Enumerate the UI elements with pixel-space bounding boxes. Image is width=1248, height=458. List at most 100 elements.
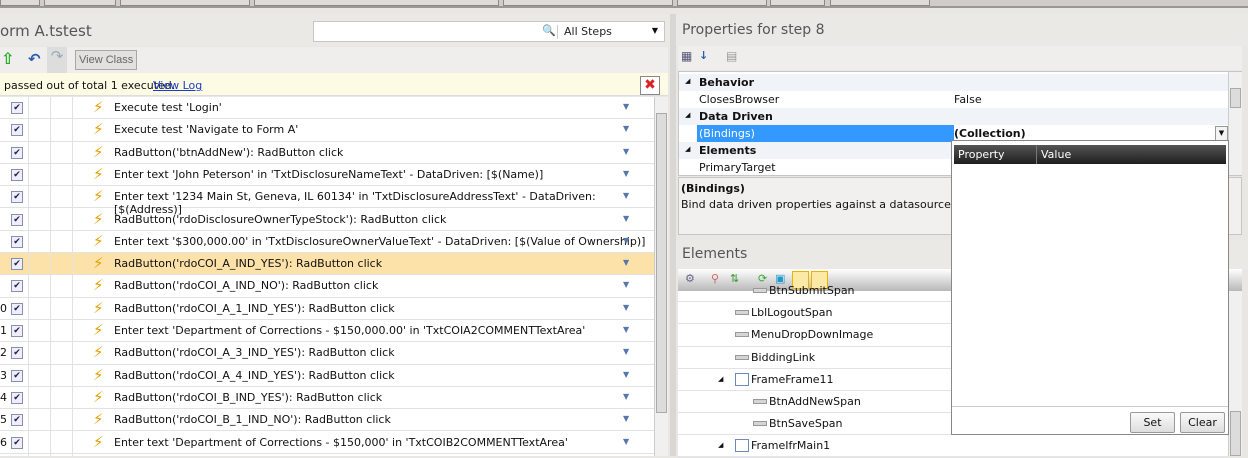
chevron-down-icon[interactable]: ▼	[623, 147, 629, 156]
sort-alpha-icon[interactable]: ↓	[699, 49, 708, 62]
collapse-icon[interactable]: ◢	[685, 77, 690, 85]
collapse-icon[interactable]: ◢	[685, 111, 690, 119]
chevron-down-icon[interactable]: ▼	[623, 169, 629, 178]
column-value[interactable]: Value	[1041, 148, 1071, 161]
property-row[interactable]: ClosesBrowser False	[679, 91, 1229, 108]
property-name: Elements	[699, 144, 757, 157]
search-icon[interactable]: 🔍	[542, 24, 556, 37]
elements-scrollbar[interactable]	[1228, 291, 1242, 456]
step-row[interactable]: 3 ✔ ⚡ RadButton('rdoCOI_A_4_IND_YES'): R…	[0, 365, 654, 387]
step-filter-select[interactable]: All Steps	[564, 25, 612, 38]
expand-icon[interactable]: ◢	[718, 441, 723, 449]
step-enabled-checkbox[interactable]: ✔	[11, 302, 23, 315]
chevron-down-icon[interactable]: ▼	[623, 370, 629, 379]
tab[interactable]	[120, 0, 250, 6]
step-row[interactable]: ✔ ⚡ Execute test 'Login' ▼	[0, 97, 654, 120]
step-enabled-checkbox[interactable]: ✔	[11, 258, 23, 271]
chevron-down-icon[interactable]: ▼	[623, 236, 629, 245]
step-row[interactable]: ✔ ⚡ Enter text '$300,000.00' in 'TxtDisc…	[0, 231, 654, 254]
scrollbar-thumb[interactable]	[1230, 411, 1241, 456]
step-enabled-checkbox[interactable]: ✔	[11, 146, 23, 159]
tree-node[interactable]: ◢ FrameIfrMain1	[678, 435, 1228, 458]
scrollbar-thumb[interactable]	[1230, 88, 1241, 108]
chevron-down-icon[interactable]: ▼	[623, 280, 629, 289]
step-row[interactable]: ✔ ⚡ RadButton('rdoCOI_A_IND_NO'): RadBut…	[0, 275, 654, 298]
step-row[interactable]: 0 ✔ ⚡ RadButton('rdoCOI_A_1_IND_YES'): R…	[0, 298, 654, 320]
chevron-down-icon[interactable]: ▼	[623, 102, 629, 111]
chevron-down-icon[interactable]: ▼	[623, 258, 629, 267]
step-enabled-checkbox[interactable]: ✔	[11, 369, 23, 382]
tab[interactable]	[770, 0, 825, 6]
categorized-icon[interactable]: ▦	[681, 49, 692, 63]
view-log-link[interactable]: View Log	[153, 79, 202, 92]
property-value[interactable]: False	[954, 93, 982, 106]
move-up-icon[interactable]: ⇧	[1, 49, 14, 68]
step-enabled-checkbox[interactable]: ✔	[11, 325, 23, 337]
step-description: Enter text 'Department of Corrections - …	[114, 435, 568, 449]
step-row[interactable]: 2 ✔ ⚡ RadButton('rdoCOI_A_3_IND_YES'): R…	[0, 342, 654, 365]
chevron-down-icon[interactable]: ▼	[623, 414, 629, 423]
step-enabled-checkbox[interactable]: ✔	[11, 436, 23, 449]
step-enabled-checkbox[interactable]: ✔	[11, 102, 23, 114]
tab[interactable]	[830, 0, 930, 6]
chevron-down-icon[interactable]: ▼	[623, 392, 629, 401]
chevron-down-icon[interactable]: ▼	[623, 325, 629, 334]
element-icon	[753, 288, 767, 293]
undo-icon[interactable]: ↶	[28, 50, 41, 68]
chevron-down-icon[interactable]: ▼	[623, 191, 629, 200]
step-enabled-checkbox[interactable]: ✔	[11, 347, 23, 360]
step-list-scrollbar[interactable]	[654, 97, 668, 456]
set-button[interactable]: Set	[1130, 412, 1175, 433]
clear-button[interactable]: Clear	[1180, 412, 1225, 433]
chevron-down-icon[interactable]: ▼	[623, 347, 629, 356]
column-property[interactable]: Property	[958, 148, 1005, 161]
step-row[interactable]: 6 ✔ ⚡ Enter text 'Department of Correcti…	[0, 432, 654, 454]
scrollbar-thumb[interactable]	[656, 113, 667, 413]
step-row[interactable]: ✔ ⚡ RadButton('rdoDisclosureOwnerTypeSto…	[0, 209, 654, 231]
tab[interactable]	[254, 0, 499, 6]
step-enabled-checkbox[interactable]: ✔	[11, 235, 23, 248]
step-enabled-checkbox[interactable]: ✔	[11, 168, 23, 181]
tab[interactable]	[44, 0, 116, 6]
step-enabled-checkbox[interactable]: ✔	[11, 280, 23, 293]
chevron-down-icon[interactable]: ▼	[623, 124, 629, 133]
property-pages-icon[interactable]: ▤	[726, 49, 737, 63]
step-enabled-checkbox[interactable]: ✔	[11, 191, 23, 204]
lightning-icon: ⚡	[93, 321, 104, 339]
step-row[interactable]: 5 ✔ ⚡ RadButton('rdoCOI_B_1_IND_NO'): Ra…	[0, 409, 654, 432]
step-enabled-checkbox[interactable]: ✔	[11, 124, 23, 137]
step-enabled-checkbox[interactable]: ✔	[11, 414, 23, 427]
property-scrollbar[interactable]	[1228, 72, 1242, 175]
step-row[interactable]: 4 ✔ ⚡ RadButton('rdoCOI_B_IND_YES'): Rad…	[0, 387, 654, 410]
step-row[interactable]: ✔ ⚡ Enter text '1234 Main St, Geneva, IL…	[0, 186, 654, 216]
chevron-down-icon[interactable]: ▼	[623, 303, 629, 312]
step-enabled-checkbox[interactable]: ✔	[11, 391, 23, 404]
tab[interactable]	[503, 0, 673, 6]
property-category[interactable]: ◢ Behavior	[679, 74, 1229, 91]
step-row[interactable]: ✔ ⚡ Execute test 'Navigate to Form A' ▼	[0, 119, 654, 142]
expand-icon[interactable]: ◢	[718, 375, 723, 383]
lightning-icon: ⚡	[93, 142, 104, 161]
redo-icon[interactable]: ↷	[47, 47, 67, 73]
view-class-button[interactable]: View Class	[75, 50, 138, 70]
step-row[interactable]: 1 ✔ ⚡ Enter text 'Department of Correcti…	[0, 320, 654, 343]
step-enabled-checkbox[interactable]: ✔	[11, 213, 23, 226]
splitter[interactable]	[670, 14, 676, 456]
tab[interactable]	[677, 0, 767, 6]
property-value[interactable]: (Collection)	[954, 127, 1026, 140]
step-search[interactable]: 🔍 All Steps ▼	[313, 21, 665, 42]
step-row[interactable]: ✔ ⚡ RadButton('rdoCOI_A_IND_YES'): RadBu…	[0, 253, 654, 276]
property-category[interactable]: ◢ Data Driven	[679, 108, 1229, 125]
tab[interactable]	[0, 0, 40, 6]
chevron-down-icon[interactable]: ▼	[1215, 126, 1228, 141]
collapse-icon[interactable]: ◢	[685, 145, 690, 153]
tree-node-label: BtnSaveSpan	[769, 417, 843, 431]
step-row[interactable]: ✔ ⚡ Enter text 'John Peterson' in 'TxtDi…	[0, 164, 654, 187]
chevron-down-icon[interactable]: ▼	[652, 26, 658, 35]
chevron-down-icon[interactable]: ▼	[623, 437, 629, 446]
element-icon	[735, 354, 749, 360]
chevron-down-icon[interactable]: ▼	[623, 214, 629, 223]
divider	[28, 97, 29, 456]
step-row[interactable]: ✔ ⚡ RadButton('btnAddNew'): RadButton cl…	[0, 142, 654, 164]
close-icon[interactable]: ✖	[640, 76, 660, 95]
